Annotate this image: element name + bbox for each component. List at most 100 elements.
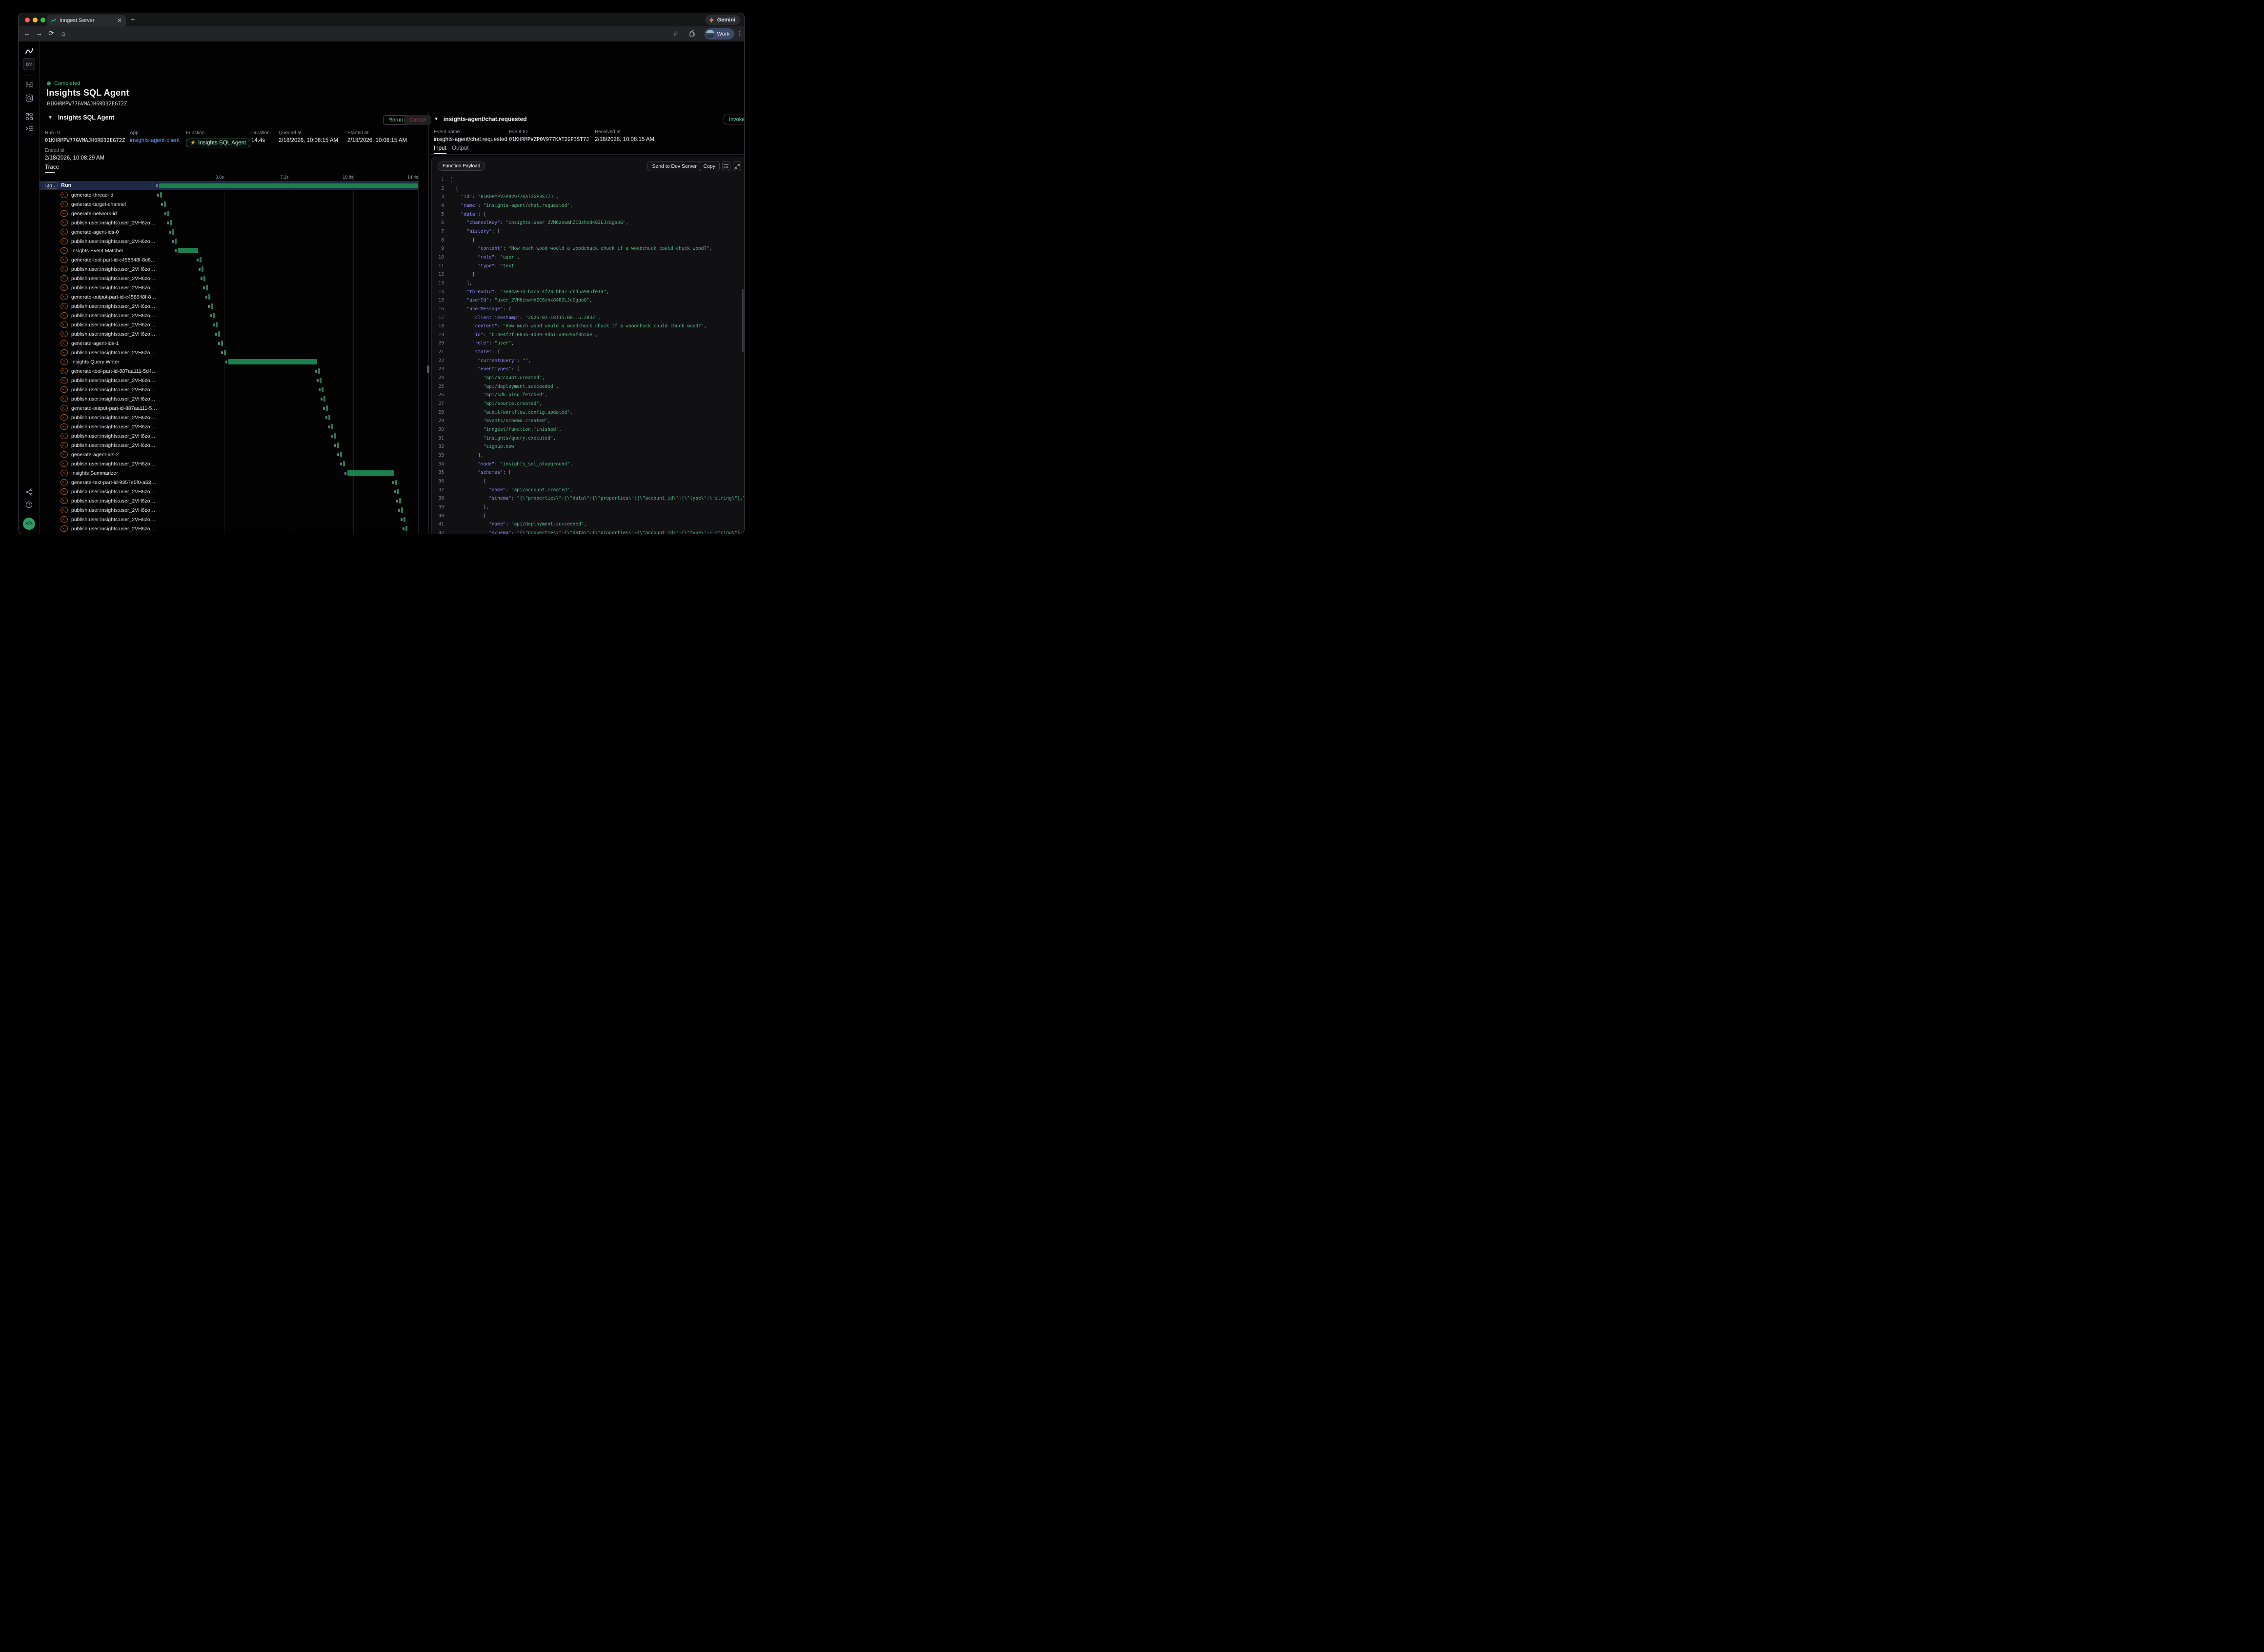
trace-span-row[interactable]: >_publish:user:insights:user_2VH6zowmh..… — [40, 311, 428, 320]
trace-span-row[interactable]: >_generate-tool-part-id-c458648f-8d60-..… — [40, 255, 428, 264]
trace-span-row[interactable]: >_generate-network-id — [40, 209, 428, 218]
trace-span-row[interactable]: >_generate-output-part-id-c458648f-8d6..… — [40, 292, 428, 302]
trace-span-row[interactable]: >_publish:user:insights:user_2VH6zowmh..… — [40, 274, 428, 283]
extensions-icon[interactable] — [688, 30, 695, 37]
trace-span-row[interactable]: >_generate-tool-part-id-887aa111-5d4e-45… — [40, 366, 428, 376]
trace-span-row[interactable]: >_publish:user:insights:user_2VH6zowmh..… — [40, 283, 428, 292]
span-bar[interactable] — [224, 350, 226, 355]
minimize-window-button[interactable] — [33, 18, 38, 22]
trace-span-row[interactable]: >_generate-output-part-id-887aa111-5d4e.… — [40, 403, 428, 413]
forward-icon[interactable]: → — [35, 29, 43, 37]
span-bar[interactable] — [404, 517, 405, 522]
new-tab-button[interactable]: + — [131, 16, 135, 24]
span-bar[interactable] — [405, 526, 407, 531]
span-bar[interactable] — [172, 229, 174, 235]
run-children-count-badge[interactable]: 40⌄ — [45, 182, 58, 189]
trace-span-row[interactable]: >_publish:user:insights:user_2VH6zowmh..… — [40, 487, 428, 496]
copy-button[interactable]: Copy — [699, 161, 720, 171]
run-card-header[interactable]: ▼ Insights SQL Agent — [48, 114, 114, 121]
trace-span-row[interactable]: >_publish:user:insights:user_2VH6zowmh..… — [40, 505, 428, 515]
event-search-icon[interactable] — [19, 94, 40, 102]
trace-span-row[interactable]: >_generate-agent-ids-2 — [40, 450, 428, 459]
span-bar[interactable] — [399, 498, 401, 504]
runs-list-icon[interactable] — [19, 81, 40, 88]
trace-span-row[interactable]: >_generate-text-part-id-9357e5f0-a530-4.… — [40, 478, 428, 487]
trace-span-row[interactable]: ∿Insights Event Matcher — [40, 246, 428, 255]
home-icon[interactable]: ⌂ — [59, 29, 68, 37]
span-bar[interactable] — [340, 452, 342, 457]
span-bar[interactable] — [221, 341, 223, 346]
panel-divider[interactable] — [428, 112, 429, 534]
span-bar[interactable] — [164, 201, 166, 207]
trace-span-row[interactable]: >_generate-thread-id — [40, 190, 428, 200]
span-bar[interactable] — [337, 443, 339, 448]
payload-json[interactable]: 1[2 {3 "id": "01KHRMPVZP0V977KAT2GP3ST7J… — [432, 176, 745, 534]
invoke-button[interactable]: Invoke — [724, 115, 745, 124]
span-bar[interactable] — [175, 239, 177, 244]
tab-close-icon[interactable]: ✕ — [117, 18, 122, 23]
app-link[interactable]: insights-agent-client — [130, 138, 180, 143]
share-icon[interactable] — [19, 488, 40, 496]
span-bar[interactable] — [334, 433, 336, 439]
span-bar[interactable] — [211, 303, 213, 309]
span-bar[interactable] — [331, 424, 333, 429]
span-bar[interactable] — [395, 480, 397, 485]
span-bar[interactable] — [228, 359, 317, 364]
bookmark-star-icon[interactable]: ☆ — [671, 30, 681, 38]
trace-span-row[interactable]: >_generate-agent-ids-1 — [40, 339, 428, 348]
span-bar[interactable] — [401, 507, 403, 513]
browser-menu-icon[interactable]: ⋮ — [736, 30, 742, 37]
trace-span-row[interactable]: ∿Insights Summarizer — [40, 468, 428, 478]
span-bar[interactable] — [208, 294, 210, 300]
span-bar[interactable] — [160, 192, 162, 198]
trace-span-row[interactable]: >_publish:user:insights:user_2VH6zowmh..… — [40, 264, 428, 274]
functions-icon[interactable] — [19, 125, 40, 132]
payload-type-pill[interactable]: Function Payload — [438, 161, 485, 171]
close-window-button[interactable] — [25, 18, 30, 22]
trace-span-row[interactable]: >_publish:user:insights:user_2VH6zowmh..… — [40, 385, 428, 394]
trace-span-row[interactable]: >_publish:user:insights:user_2VH6zowmh..… — [40, 394, 428, 403]
trace-span-row[interactable]: >_publish:user:insights:user_2VH6zowmh..… — [40, 413, 428, 422]
tab-trace[interactable]: Trace — [45, 164, 59, 170]
trace-span-row[interactable]: >_publish:user:insights:user_2VH6zowmh..… — [40, 441, 428, 450]
trace-span-row[interactable]: ∿Insights Query Writer — [40, 357, 428, 366]
gemini-button[interactable]: Gemini — [705, 15, 740, 25]
maximize-window-button[interactable] — [40, 18, 45, 22]
span-bar[interactable] — [347, 470, 394, 476]
trace-span-row[interactable]: >_publish:user:insights:user_2VH6zowmh..… — [40, 302, 428, 311]
trace-span-row[interactable]: >_publish:user:insights:user_2VH6zowmh..… — [40, 376, 428, 385]
back-icon[interactable]: ← — [22, 29, 31, 37]
trace-span-row[interactable]: >_publish:user:insights:user_2VH6zowmh..… — [40, 218, 428, 227]
span-bar[interactable] — [320, 378, 322, 383]
trace-span-row[interactable]: >_publish:user:insights:user_2VH6zowmh..… — [40, 237, 428, 246]
trace-span-row[interactable]: >_publish:user:insights:user_2VH6zowmh..… — [40, 422, 428, 431]
send-to-dev-server-button[interactable]: Send to Dev Server — [647, 161, 701, 171]
tab-input[interactable]: Input — [434, 145, 446, 151]
span-bar[interactable] — [343, 461, 345, 466]
trace-span-row[interactable]: >_publish:user:insights:user_2VH6zowmh..… — [40, 320, 428, 329]
span-bar[interactable] — [218, 331, 220, 337]
trace-span-row[interactable]: >_publish:user:insights:user_2VH6zowmh..… — [40, 515, 428, 524]
span-bar[interactable] — [397, 489, 399, 494]
span-bar[interactable] — [322, 387, 323, 392]
trace-span-row[interactable]: >_publish:user:insights:user_2VH6zowmh..… — [40, 348, 428, 357]
reload-icon[interactable]: ⟳ — [47, 29, 56, 38]
trace-span-row[interactable]: >_publish:user:insights:user_2VH6zowmh..… — [40, 496, 428, 505]
dev-mode-button[interactable]: </> — [23, 518, 35, 530]
trace-span-row[interactable]: >_generate-target-channel — [40, 200, 428, 209]
trace-span-row[interactable]: >_publish:user:insights:user_2VH6zowmh..… — [40, 431, 428, 441]
browser-tab[interactable]: Inngest Server ✕ — [47, 15, 126, 26]
span-bar[interactable] — [178, 248, 198, 253]
span-bar[interactable] — [213, 313, 215, 318]
trace-span-row[interactable]: >_publish:user:insights:user_2VH6zowmh..… — [40, 329, 428, 339]
span-bar[interactable] — [328, 415, 330, 420]
span-bar[interactable] — [326, 405, 328, 411]
trace-span-row[interactable]: >_publish:user:insights:user_2VH6zowmh..… — [40, 524, 428, 533]
app-badge[interactable]: DV — [23, 58, 35, 70]
span-bar[interactable] — [203, 276, 205, 281]
profile-button[interactable]: Work — [705, 28, 734, 40]
span-bar[interactable] — [318, 368, 320, 374]
span-bar[interactable] — [206, 285, 208, 290]
help-icon[interactable]: ? — [19, 501, 40, 508]
run-bar[interactable] — [159, 183, 418, 188]
